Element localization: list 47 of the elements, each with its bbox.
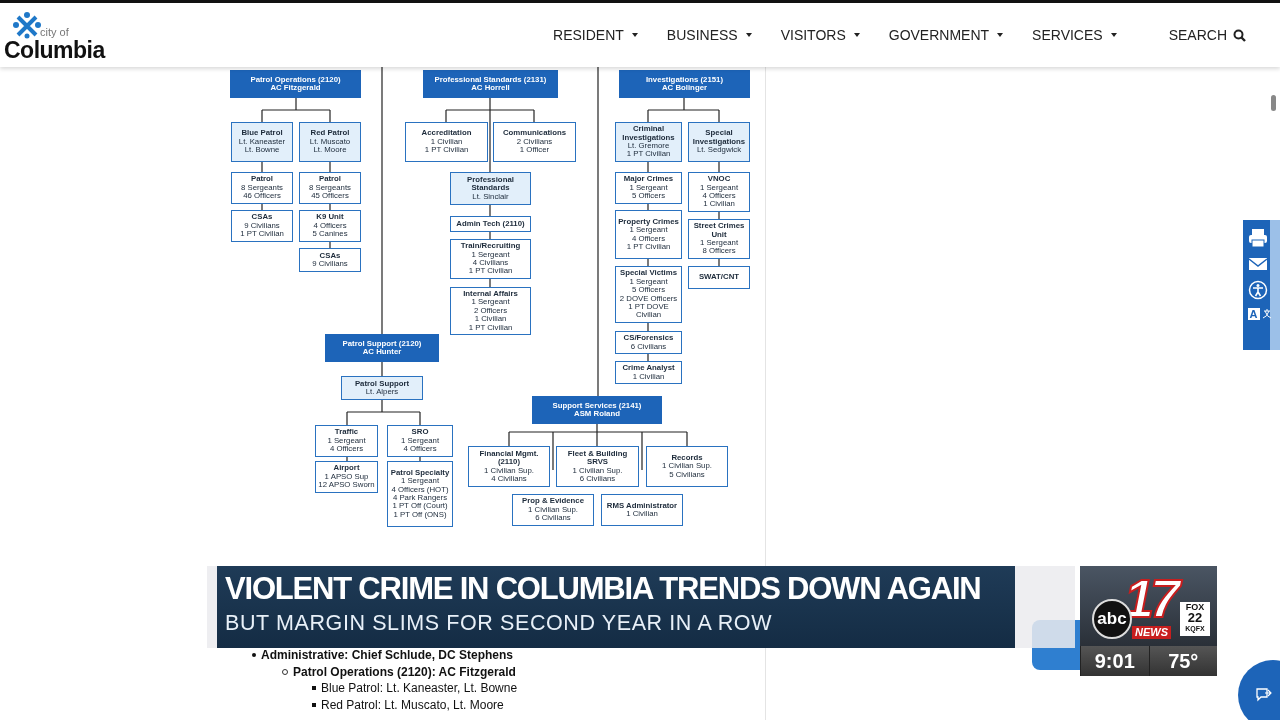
mail-icon[interactable] [1247,256,1268,272]
search-button[interactable]: SEARCH [1168,27,1246,43]
connector-line [647,258,649,267]
list-item-text: Red Patrol: Lt. Muscato, Lt. Moore [321,696,504,713]
chat-icon [1256,688,1272,702]
nav-menu-item[interactable]: VISITORS [780,27,860,43]
accessibility-icon[interactable] [1247,280,1268,300]
connector-line [647,322,649,332]
nav-menu-item[interactable]: RESIDENT [553,27,638,43]
print-icon[interactable] [1247,228,1268,248]
connector-line [329,161,331,173]
bullet-icon [252,653,256,658]
connector-line [647,161,649,173]
list-item-text: Blue Patrol: Lt. Kaneaster, Lt. Bowne [321,680,518,697]
news-label: NEWS [1132,626,1171,639]
connector-line [647,353,649,362]
list-item-text: Administrative: Chief Schlude, DC Stephens [261,647,514,664]
connector-line [718,258,720,267]
connector-line [329,241,331,249]
list-item-text: Patrol Operations (2120): AC Fitzgerald [293,663,516,680]
bullet-icon [312,702,316,707]
logo-wordmark[interactable]: Columbia [4,37,105,64]
connector-line [489,278,491,288]
bullet-icon [312,686,316,691]
connector-line [261,161,263,173]
nav-menu-item[interactable]: GOVERNMENT [888,27,1004,43]
clock-time: 9:01 [1080,646,1149,676]
connector-line [261,203,263,211]
nav-menu-item[interactable]: SERVICES [1032,27,1117,43]
connector-line [329,203,331,211]
translate-button[interactable]: A [1247,308,1260,320]
temperature: 75° [1148,646,1217,676]
search-icon [1233,28,1246,42]
connector-line [489,231,491,240]
connector-line [718,161,720,173]
connector-line [489,204,491,217]
connector-line [647,203,649,211]
scrollbar-thumb[interactable] [1271,95,1276,111]
nav-menu-item[interactable]: BUSINESS [666,27,752,43]
connector-line [718,211,720,220]
connector-line [419,456,421,462]
subheadline: BUT MARGIN SLIMS FOR SECOND YEAR IN A ROW [225,610,774,637]
logo-tagline: city of [40,26,69,38]
logo-icon [12,11,42,39]
headline: VIOLENT CRIME IN COLUMBIA TRENDS DOWN AGAIN [225,570,982,608]
connector-line [381,361,383,377]
connector-line [346,456,348,462]
